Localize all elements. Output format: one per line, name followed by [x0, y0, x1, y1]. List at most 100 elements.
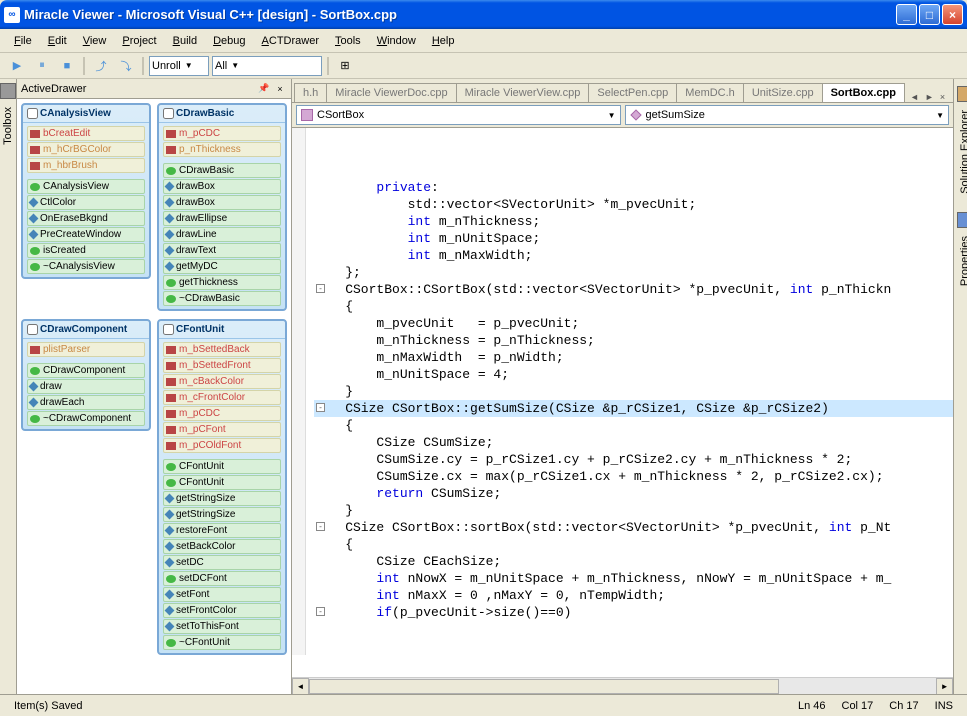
fold-button[interactable]: - — [316, 403, 325, 412]
class-box[interactable]: CDrawBasicm_pCDCp_nThicknessCDrawBasicdr… — [157, 103, 287, 311]
file-tab[interactable]: SelectPen.cpp — [588, 83, 677, 102]
class-method[interactable]: PreCreateWindow — [27, 227, 145, 242]
class-method[interactable]: setFont — [163, 587, 281, 602]
panel-close-button[interactable]: × — [273, 82, 287, 96]
class-method[interactable]: restoreFont — [163, 523, 281, 538]
class-field[interactable]: m_bSettedBack — [163, 342, 281, 357]
class-method[interactable]: setFrontColor — [163, 603, 281, 618]
step-out-button[interactable]: ⤴ — [90, 55, 112, 77]
class-method[interactable]: isCreated — [27, 243, 145, 258]
menu-actdrawer[interactable]: ACTDrawer — [254, 32, 327, 50]
pin-button[interactable]: 📌 — [257, 82, 271, 96]
class-method[interactable]: CAnalysisView — [27, 179, 145, 194]
horizontal-scrollbar[interactable]: ◄ ► — [292, 677, 953, 694]
class-method[interactable]: CFontUnit — [163, 475, 281, 490]
class-method[interactable]: CtlColor — [27, 195, 145, 210]
class-checkbox[interactable] — [163, 324, 174, 335]
scroll-right-button[interactable]: ► — [936, 678, 953, 694]
class-field[interactable]: m_cFrontColor — [163, 390, 281, 405]
class-field[interactable]: m_cBackColor — [163, 374, 281, 389]
class-method[interactable]: ~CAnalysisView — [27, 259, 145, 274]
class-method[interactable]: ~CFontUnit — [163, 635, 281, 650]
properties-tab[interactable]: Properties — [954, 209, 967, 293]
toolbox-tab[interactable]: Toolbox — [0, 79, 17, 694]
menu-debug[interactable]: Debug — [205, 32, 253, 50]
menu-tools[interactable]: Tools — [327, 32, 369, 50]
class-field[interactable]: m_bSettedFront — [163, 358, 281, 373]
class-method[interactable]: drawBox — [163, 195, 281, 210]
scroll-track[interactable] — [309, 678, 936, 694]
menu-view[interactable]: View — [75, 32, 115, 50]
class-checkbox[interactable] — [27, 324, 38, 335]
menu-file[interactable]: File — [6, 32, 40, 50]
class-method[interactable]: setBackColor — [163, 539, 281, 554]
class-field[interactable]: p_nThickness — [163, 142, 281, 157]
unroll-combo[interactable]: Unroll ▼ — [149, 56, 209, 76]
class-field[interactable]: m_hbrBrush — [27, 158, 145, 173]
stop-button[interactable]: ■ — [56, 55, 78, 77]
file-tab[interactable]: Miracle ViewerDoc.cpp — [326, 83, 456, 102]
class-method[interactable]: ~CDrawBasic — [163, 291, 281, 306]
menu-project[interactable]: Project — [114, 32, 164, 50]
class-method[interactable]: drawEach — [27, 395, 145, 410]
class-checkbox[interactable] — [27, 108, 38, 119]
menu-build[interactable]: Build — [165, 32, 205, 50]
class-box[interactable]: CAnalysisView bCreatEditm_hCrBGColorm_hbr… — [21, 103, 151, 279]
class-box[interactable]: CFontUnit m_bSettedBackm_bSettedFrontm_cB… — [157, 319, 287, 655]
fold-button[interactable]: - — [316, 522, 325, 531]
menu-help[interactable]: Help — [424, 32, 463, 50]
class-checkbox[interactable] — [163, 108, 174, 119]
play-button[interactable]: ▶ — [6, 55, 28, 77]
filter-combo[interactable]: All ▼ — [212, 56, 322, 76]
class-field[interactable]: m_pCDC — [163, 126, 281, 141]
tab-close-button[interactable]: × — [938, 92, 947, 102]
menu-edit[interactable]: Edit — [40, 32, 75, 50]
file-tab[interactable]: UnitSize.cpp — [743, 83, 823, 102]
class-method[interactable]: drawText — [163, 243, 281, 258]
class-field[interactable]: m_pCDC — [163, 406, 281, 421]
class-method[interactable]: getMyDC — [163, 259, 281, 274]
tool-button[interactable]: ⊞ — [334, 55, 356, 77]
class-method[interactable]: draw — [27, 379, 145, 394]
tab-next-button[interactable]: ► — [923, 92, 936, 102]
code-editor[interactable]: private: std::vector<SVectorUnit> *m_pve… — [292, 128, 953, 677]
pause-button[interactable]: ⏸ — [31, 55, 53, 77]
minimize-button[interactable]: _ — [896, 4, 917, 25]
class-box[interactable]: CDrawComponentplistParserCDrawComponentd… — [21, 319, 151, 431]
class-method[interactable]: getStringSize — [163, 491, 281, 506]
fold-button[interactable]: - — [316, 284, 325, 293]
menu-window[interactable]: Window — [369, 32, 424, 50]
class-method[interactable]: CDrawComponent — [27, 363, 145, 378]
file-tab[interactable]: Miracle ViewerView.cpp — [456, 83, 590, 102]
scroll-thumb[interactable] — [309, 679, 779, 694]
class-field[interactable]: m_hCrBGColor — [27, 142, 145, 157]
class-method[interactable]: setDC — [163, 555, 281, 570]
class-method[interactable]: CFontUnit — [163, 459, 281, 474]
file-tab[interactable]: SortBox.cpp — [822, 83, 905, 102]
class-method[interactable]: getThickness — [163, 275, 281, 290]
class-field[interactable]: bCreatEdit — [27, 126, 145, 141]
file-tab[interactable]: h.h — [294, 83, 327, 102]
class-method[interactable]: drawBox — [163, 179, 281, 194]
class-method[interactable]: getStringSize — [163, 507, 281, 522]
solution-explorer-tab[interactable]: Solution Explorer — [954, 83, 967, 201]
class-field[interactable]: m_pCOldFont — [163, 438, 281, 453]
step-in-button[interactable]: ⤵ — [115, 55, 137, 77]
class-method[interactable]: OnEraseBkgnd — [27, 211, 145, 226]
class-method[interactable]: drawLine — [163, 227, 281, 242]
class-field[interactable]: plistParser — [27, 342, 145, 357]
class-field[interactable]: m_pCFont — [163, 422, 281, 437]
class-method[interactable]: drawEllipse — [163, 211, 281, 226]
fold-button[interactable]: - — [316, 607, 325, 616]
class-method[interactable]: setDCFont — [163, 571, 281, 586]
member-combo[interactable]: getSumSize ▼ — [625, 105, 950, 125]
close-button[interactable]: × — [942, 4, 963, 25]
maximize-button[interactable]: □ — [919, 4, 940, 25]
class-combo[interactable]: CSortBox ▼ — [296, 105, 621, 125]
class-method[interactable]: setToThisFont — [163, 619, 281, 634]
class-method[interactable]: ~CDrawComponent — [27, 411, 145, 426]
file-tab[interactable]: MemDC.h — [676, 83, 744, 102]
tab-prev-button[interactable]: ◄ — [908, 92, 921, 102]
scroll-left-button[interactable]: ◄ — [292, 678, 309, 694]
class-method[interactable]: CDrawBasic — [163, 163, 281, 178]
